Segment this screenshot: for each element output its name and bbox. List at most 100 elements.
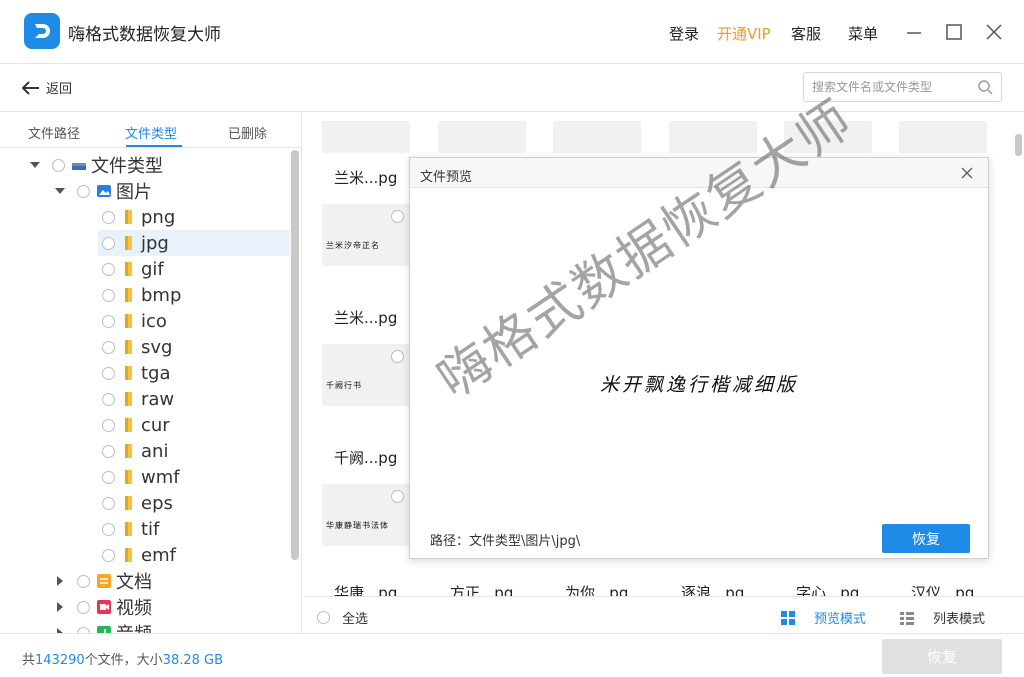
tree-radio[interactable]	[102, 548, 115, 562]
tab-file-path[interactable]: 文件路径	[28, 123, 80, 142]
search-input[interactable]	[812, 78, 972, 96]
maximize-icon[interactable]	[942, 20, 966, 44]
tree-radio[interactable]	[102, 288, 115, 302]
menu-link[interactable]: 菜单	[848, 23, 878, 44]
tree-label: tif	[141, 518, 160, 540]
tree-node-cur[interactable]: cur	[102, 412, 170, 438]
service-link[interactable]: 客服	[791, 23, 821, 44]
tree-node-video[interactable]: 视频	[55, 594, 152, 620]
tree-node-audio[interactable]: 音频	[55, 620, 152, 633]
vip-link[interactable]: 开通VIP	[717, 23, 771, 44]
preview-image: 米开飘逸行楷减细版	[599, 374, 798, 396]
thumb-radio[interactable]	[391, 350, 404, 363]
file-thumbnail[interactable]: 兰米汐帝正名	[322, 204, 410, 266]
tree-radio[interactable]	[77, 574, 90, 588]
tree-radio[interactable]	[102, 496, 115, 510]
login-link[interactable]: 登录	[669, 23, 699, 44]
search-box[interactable]	[803, 72, 1002, 102]
caret-down-icon[interactable]	[30, 160, 40, 170]
select-all-radio[interactable]	[317, 611, 330, 624]
file-thumbnail[interactable]	[553, 121, 641, 153]
file-thumbnail[interactable]	[784, 121, 872, 153]
caret-right-icon[interactable]	[55, 602, 65, 612]
folder-icon	[121, 391, 135, 407]
tree-radio[interactable]	[102, 340, 115, 354]
summary-mid: 个文件，大小	[84, 653, 163, 668]
file-thumbnail[interactable]	[669, 121, 757, 153]
tree-node-wmf[interactable]: wmf	[102, 464, 180, 490]
search-icon[interactable]	[977, 79, 993, 95]
drive-icon	[71, 157, 86, 173]
file-name: 为你...pg	[565, 584, 629, 596]
tree-label: jpg	[141, 232, 169, 254]
preview-path: 路径：文件类型\图片\jpg\	[430, 534, 581, 549]
tree-node-bmp[interactable]: bmp	[102, 282, 181, 308]
file-thumbnail[interactable]	[899, 121, 987, 153]
select-all[interactable]: 全选	[317, 608, 368, 627]
folder-icon	[121, 261, 135, 277]
tab-deleted[interactable]: 已删除	[228, 123, 267, 142]
tree-node-file-types[interactable]: 文件类型	[30, 152, 163, 178]
caret-down-icon[interactable]	[55, 186, 65, 196]
tree-node-jpg[interactable]: jpg	[98, 230, 290, 256]
tab-file-type[interactable]: 文件类型	[125, 123, 177, 142]
tree-radio[interactable]	[77, 184, 90, 198]
tree-node-raw[interactable]: raw	[102, 386, 174, 412]
minimize-icon[interactable]	[902, 20, 926, 44]
file-thumbnail[interactable]	[438, 121, 526, 153]
file-name: 千阙...pg	[334, 449, 398, 467]
tree-label: 文档	[116, 572, 152, 593]
tree-radio[interactable]	[77, 600, 90, 614]
tree-node-tif[interactable]: tif	[102, 516, 159, 542]
file-thumbnail[interactable]: 千阙行书	[322, 344, 410, 406]
close-icon[interactable]	[982, 20, 1006, 44]
tree-radio[interactable]	[102, 522, 115, 536]
tree-node-png[interactable]: png	[102, 204, 175, 230]
document-icon	[96, 573, 111, 589]
tree-node-svg[interactable]: svg	[102, 334, 172, 360]
tree-node-emf[interactable]: emf	[102, 542, 176, 568]
back-button[interactable]: 返回	[22, 78, 72, 97]
file-thumbnail[interactable]	[322, 121, 410, 153]
tree-radio[interactable]	[102, 418, 115, 432]
tree-node-tga[interactable]: tga	[102, 360, 171, 386]
tree-node-images[interactable]: 图片	[55, 178, 152, 204]
tree-node-ico[interactable]: ico	[102, 308, 167, 334]
tree-label: emf	[141, 544, 176, 566]
preview-mode-button[interactable]: 预览模式	[780, 608, 866, 627]
tree-label: ico	[141, 310, 167, 332]
folder-icon	[121, 495, 135, 511]
tree-node-eps[interactable]: eps	[102, 490, 173, 516]
tree-label: tga	[141, 362, 171, 384]
tree-radio[interactable]	[102, 392, 115, 406]
tree-radio[interactable]	[102, 470, 115, 484]
recover-button[interactable]: 恢复	[882, 639, 1002, 674]
folder-icon	[121, 313, 135, 329]
grid-scrollbar[interactable]	[1015, 134, 1022, 156]
tree-radio[interactable]	[102, 236, 115, 250]
file-name: 兰米...pg	[334, 169, 398, 187]
tree-radio[interactable]	[52, 158, 65, 172]
thumb-radio[interactable]	[391, 490, 404, 503]
tree-radio[interactable]	[102, 314, 115, 328]
audio-icon	[96, 625, 111, 633]
file-name: 方正...pg	[450, 584, 514, 596]
tree-node-gif[interactable]: gif	[102, 256, 164, 282]
folder-icon	[121, 443, 135, 459]
list-view-icon	[900, 611, 914, 625]
tree-radio[interactable]	[102, 366, 115, 380]
tree-scrollbar[interactable]	[291, 150, 299, 560]
tree-radio[interactable]	[102, 444, 115, 458]
tree-node-ani[interactable]: ani	[102, 438, 168, 464]
dialog-recover-button[interactable]: 恢复	[882, 524, 970, 553]
tree-radio[interactable]	[102, 210, 115, 224]
file-count: 143290	[35, 653, 85, 668]
folder-icon	[121, 521, 135, 537]
dialog-close-icon[interactable]	[960, 165, 976, 181]
tree-node-docs[interactable]: 文档	[55, 568, 152, 594]
file-thumbnail[interactable]: 华康静瑞书法体	[322, 484, 410, 546]
list-mode-button[interactable]: 列表模式	[899, 608, 985, 627]
thumb-radio[interactable]	[391, 210, 404, 223]
tree-radio[interactable]	[102, 262, 115, 276]
caret-right-icon[interactable]	[55, 576, 65, 586]
